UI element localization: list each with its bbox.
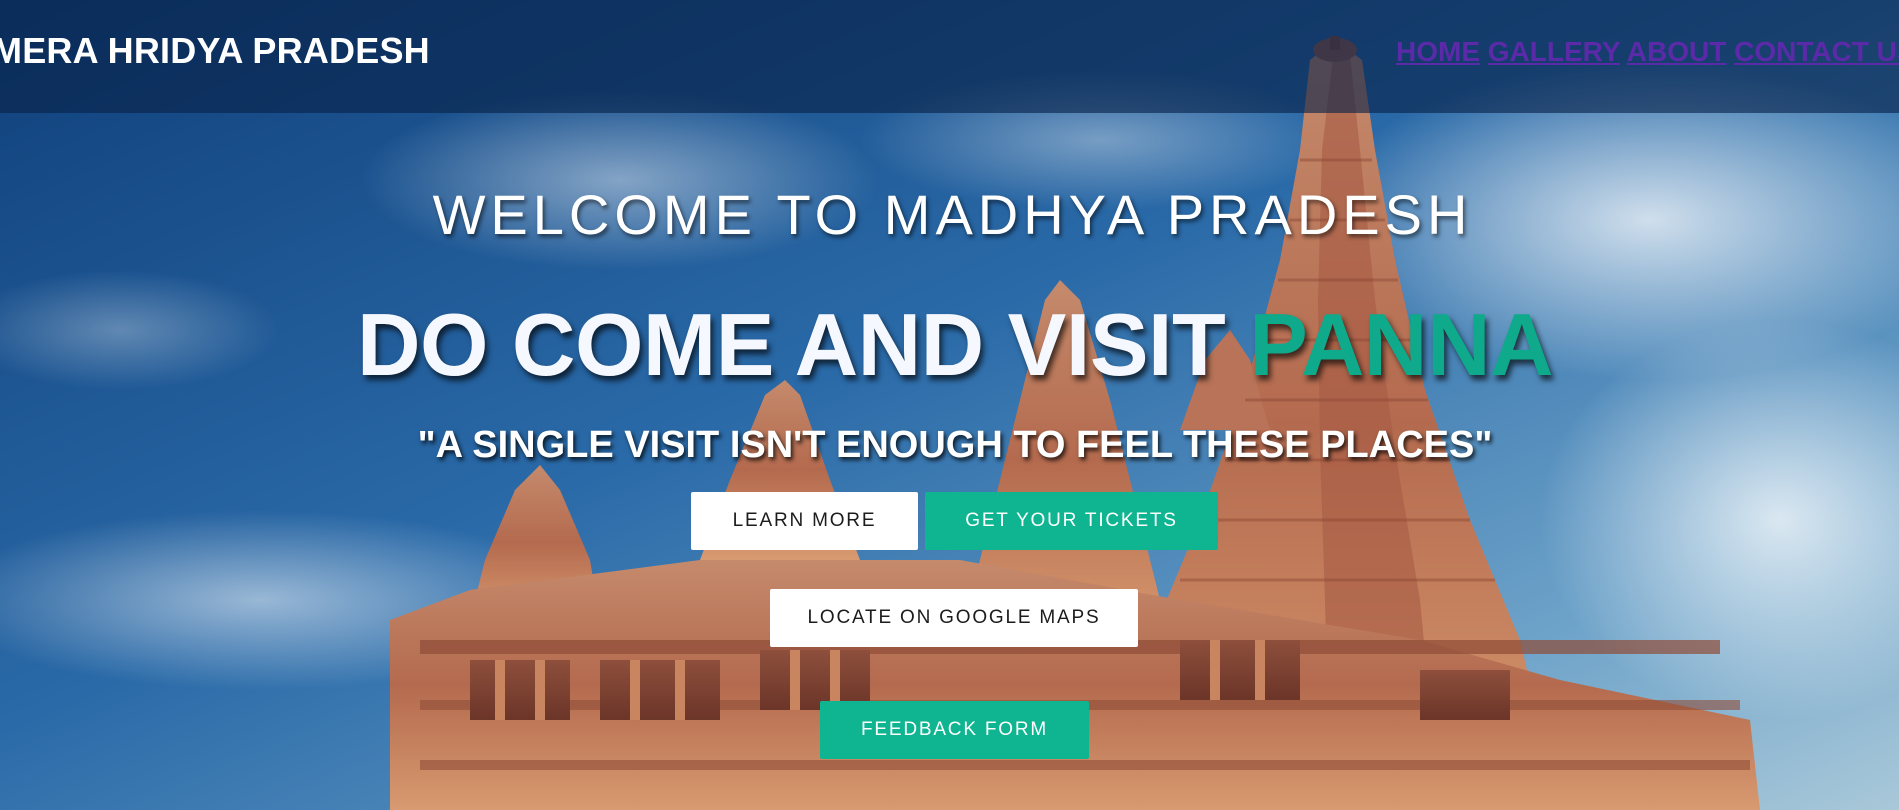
nav-link-home[interactable]: HOME — [1396, 36, 1480, 67]
hero-background-image — [0, 0, 1899, 810]
nav-link-about[interactable]: ABOUT — [1627, 36, 1727, 67]
google-maps-button[interactable]: LOCATE ON GOOGLE MAPS — [770, 589, 1138, 647]
nav-link-gallery[interactable]: GALLERY — [1488, 36, 1620, 67]
main-headline: DO COME AND VISIT PANNA — [0, 294, 1899, 396]
site-brand-title[interactable]: MERA HRIDYA PRADESH — [0, 30, 430, 72]
learn-more-button[interactable]: LEARN MORE — [691, 492, 918, 550]
headline-prefix: DO COME AND VISIT — [356, 295, 1226, 394]
main-nav: HOME GALLERY ABOUT CONTACT US — [1396, 36, 1899, 68]
page: MERA HRIDYA PRADESH HOME GALLERY ABOUT C… — [0, 0, 1899, 810]
headline-accent-panna: PANNA — [1249, 295, 1554, 394]
tagline-quote: "A SINGLE VISIT ISN'T ENOUGH TO FEEL THE… — [417, 424, 1493, 466]
top-navbar: MERA HRIDYA PRADESH HOME GALLERY ABOUT C… — [0, 0, 1899, 113]
feedback-form-button[interactable]: FEEDBACK FORM — [820, 701, 1089, 759]
nav-link-contact-us[interactable]: CONTACT US — [1734, 36, 1899, 67]
welcome-heading: WELCOME TO MADHYA PRADESH — [432, 183, 1473, 246]
get-tickets-button[interactable]: GET YOUR TICKETS — [925, 492, 1218, 550]
